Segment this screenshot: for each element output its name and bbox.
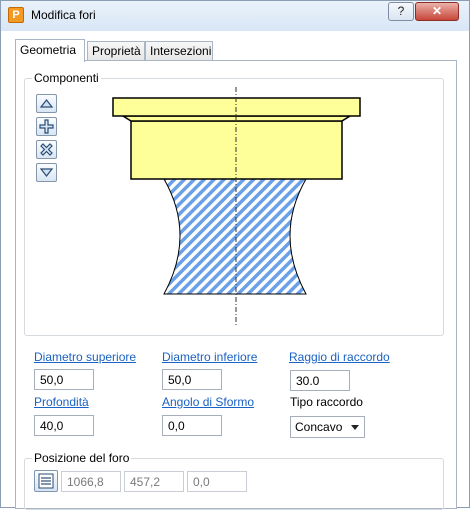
move-up-button[interactable] (36, 94, 57, 113)
hole-preview[interactable] (106, 87, 368, 335)
diametro-superiore-input[interactable] (34, 369, 94, 390)
title-bar: P Modifica fori ? ✕ (1, 1, 469, 31)
diametro-inferiore-label[interactable]: Diametro inferiore (162, 350, 257, 364)
tab-geometria[interactable]: Geometria (15, 39, 85, 62)
dialog-window: P Modifica fori ? ✕ Geometria Proprietà … (0, 0, 470, 510)
tab-intersezioni[interactable]: Intersezioni (145, 41, 213, 61)
diametro-superiore-label[interactable]: Diametro superiore (34, 350, 136, 364)
remove-component-button[interactable] (36, 140, 57, 159)
profondita-label[interactable]: Profondità (34, 395, 89, 409)
tab-panel-geometria: Componenti Diametro superiore 50,0 Diame… (15, 60, 457, 510)
diametro-inferiore-input[interactable] (162, 369, 222, 390)
components-group-label: Componenti (32, 71, 101, 85)
app-icon: P (8, 7, 24, 23)
position-z-field: 0,0 (187, 471, 247, 492)
tipo-raccordo-select[interactable]: Concavo (290, 416, 365, 438)
tab-proprieta[interactable]: Proprietà (87, 41, 145, 61)
chevron-down-icon (351, 425, 359, 430)
tab-strip: Geometria Proprietà Intersezioni (15, 39, 455, 62)
angolo-di-sformo-input[interactable] (162, 415, 222, 436)
hole-fillet-section (163, 178, 307, 295)
raggio-di-raccordo-label[interactable]: Raggio di raccordo (289, 350, 390, 364)
coordinate-list-icon (35, 473, 57, 494)
position-y-field: 457,2 (124, 471, 184, 492)
position-group-label: Posizione del foro (32, 451, 132, 465)
close-button[interactable]: ✕ (415, 2, 459, 21)
pick-position-button[interactable] (34, 470, 58, 492)
window-title: Modifica fori (31, 8, 96, 22)
add-component-button[interactable] (36, 117, 57, 136)
profondita-input[interactable] (34, 415, 94, 436)
angolo-di-sformo-label[interactable]: Angolo di Sformo (162, 395, 254, 409)
tipo-raccordo-label: Tipo raccordo (290, 395, 363, 409)
raggio-di-raccordo-input[interactable] (290, 370, 350, 391)
move-down-button[interactable] (36, 163, 57, 182)
tipo-raccordo-value: Concavo (295, 420, 343, 434)
help-button[interactable]: ? (388, 2, 414, 21)
position-x-field: 1066,8 (61, 471, 121, 492)
